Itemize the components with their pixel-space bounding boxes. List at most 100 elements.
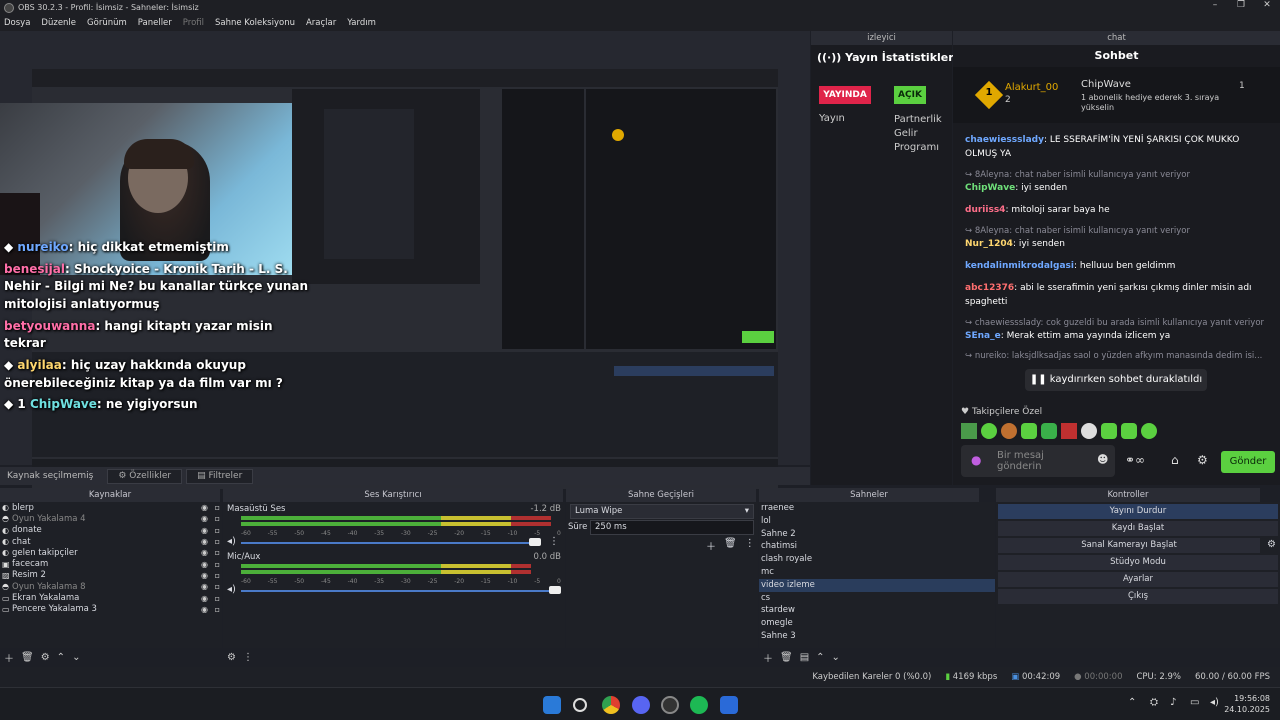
emote-icon[interactable]	[1041, 423, 1057, 439]
duration-input[interactable]: 250 ms	[590, 520, 754, 535]
down-icon[interactable]: ⌄	[832, 652, 840, 663]
up-icon[interactable]: ⌃	[816, 652, 824, 663]
obs-logo-icon	[4, 2, 14, 13]
add-icon[interactable]: ＋	[763, 650, 773, 665]
source-item[interactable]: ◐ blerp ◉ ▫	[0, 502, 222, 513]
scene-item[interactable]: clash royale	[759, 553, 995, 566]
store-icon[interactable]: ⌂	[1171, 453, 1179, 467]
settings-button[interactable]: Ayarlar	[998, 572, 1278, 587]
stop-streaming-button[interactable]: Yayını Durdur	[998, 504, 1278, 519]
emote-icon[interactable]	[1021, 423, 1037, 439]
menu-profil[interactable]: Profil	[183, 18, 204, 28]
studio-mode-button[interactable]: Stüdyo Modu	[998, 555, 1278, 570]
gear-icon[interactable]: ⚙	[227, 652, 236, 663]
emote-icon[interactable]	[1081, 423, 1097, 439]
emote-icon[interactable]	[961, 423, 977, 439]
close-button[interactable]: ✕	[1254, 0, 1280, 10]
emote-icon[interactable]	[1121, 423, 1137, 439]
source-item[interactable]: ◓ Oyun Yakalama 4 ◉ ▫	[0, 513, 222, 524]
scene-item[interactable]: omegle	[759, 617, 995, 630]
source-item[interactable]: ◐ donate ◉ ▫	[0, 525, 222, 536]
connect-icon[interactable]: ⚭∞	[1125, 453, 1145, 467]
kebab-menu-icon[interactable]: ⋮	[243, 652, 253, 663]
volume-slider[interactable]	[241, 590, 561, 592]
menu-duzenle[interactable]: Düzenle	[41, 18, 76, 28]
emote-icon[interactable]	[1141, 423, 1157, 439]
start-icon[interactable]	[543, 696, 561, 714]
network-icon[interactable]: ▭	[1190, 697, 1199, 708]
spotify-icon[interactable]	[690, 696, 708, 714]
scene-item-selected[interactable]: video izleme	[759, 578, 995, 592]
volume-icon[interactable]: ◂)	[1210, 697, 1219, 708]
gear-icon[interactable]: ⚙	[1267, 539, 1276, 550]
kebab-menu-icon[interactable]: ⋮	[549, 536, 559, 547]
tray-chevron-icon[interactable]: ⌃	[1128, 697, 1136, 708]
trash-icon[interactable]: 🗑	[21, 652, 34, 663]
virtual-camera-button[interactable]: Sanal Kamerayı Başlat	[998, 538, 1260, 553]
scene-item[interactable]: Sahne 3	[759, 630, 995, 643]
source-item[interactable]: ▭ Ekran Yakalama ◉ ▫	[0, 592, 222, 603]
properties-button[interactable]: ⚙ Özellikler	[107, 468, 183, 484]
menu-sahne-koleksiyonu[interactable]: Sahne Koleksiyonu	[215, 18, 295, 28]
filters-button[interactable]: ▤ Filtreler	[186, 468, 254, 484]
source-item[interactable]: ◐ gelen takipçiler ◉ ▫	[0, 547, 222, 558]
down-icon[interactable]: ⌄	[72, 652, 80, 663]
speaker-icon[interactable]: ◂)	[227, 536, 236, 547]
menu-dosya[interactable]: Dosya	[4, 18, 30, 28]
menu-araclar[interactable]: Araçlar	[306, 18, 336, 28]
emote-icon[interactable]	[1101, 423, 1117, 439]
add-icon[interactable]: ＋	[706, 538, 716, 553]
track-name: Masaüstü Ses	[227, 504, 286, 514]
chat-input[interactable]: ● Bir mesaj gönderin ☻	[961, 445, 1115, 477]
scene-item[interactable]: mc	[759, 566, 995, 579]
maximize-button[interactable]: ❐	[1228, 0, 1254, 10]
chrome-icon[interactable]	[602, 696, 620, 714]
scene-item[interactable]: Sahne 2	[759, 528, 995, 541]
add-icon[interactable]: ＋	[4, 650, 14, 665]
clock[interactable]: 19:56:08 24.10.2025	[1224, 693, 1270, 715]
kebab-menu-icon[interactable]: ⋮	[745, 538, 755, 553]
tray-app-icon[interactable]: ⛭	[1150, 697, 1158, 708]
trash-icon[interactable]: 🗑	[780, 652, 793, 663]
emote-icon[interactable]	[981, 423, 997, 439]
filter-icon[interactable]: ▤	[800, 652, 809, 663]
source-item[interactable]: ◓ Oyun Yakalama 8 ◉ ▫	[0, 581, 222, 592]
chat-message: ChipWave: iyi senden	[965, 183, 1068, 193]
up-icon[interactable]: ⌃	[57, 652, 65, 663]
transition-select[interactable]: Luma Wipe ▾	[570, 504, 754, 519]
trash-icon[interactable]: 🗑	[724, 538, 737, 553]
scene-item[interactable]: stardew	[759, 604, 995, 617]
scene-item[interactable]: rraenee	[759, 502, 995, 515]
menu-yardim[interactable]: Yardım	[347, 18, 376, 28]
source-item[interactable]: ▨ Resim 2 ◉ ▫	[0, 570, 222, 581]
emote-icon[interactable]	[1061, 423, 1077, 439]
volume-slider-handle[interactable]	[549, 586, 561, 594]
chat-paused-banner[interactable]: ❚❚ kaydırırken sohbet duraklatıldı	[1025, 369, 1207, 391]
mic-icon[interactable]: ♪	[1170, 697, 1176, 708]
exit-button[interactable]: Çıkış	[998, 589, 1278, 604]
volume-slider-handle[interactable]	[529, 538, 541, 546]
scene-item[interactable]: cs	[759, 592, 995, 605]
gear-icon[interactable]: ⚙	[1197, 453, 1208, 467]
speaker-icon[interactable]: ◂)	[227, 584, 236, 595]
send-button[interactable]: Gönder	[1221, 451, 1275, 473]
menu-paneller[interactable]: Paneller	[138, 18, 172, 28]
volume-slider[interactable]	[241, 542, 541, 544]
scene-item[interactable]: chatimsi	[759, 540, 995, 553]
search-icon[interactable]	[573, 698, 587, 712]
photos-icon[interactable]	[720, 696, 738, 714]
source-item[interactable]: ◐ chat ◉ ▫	[0, 536, 222, 547]
source-item[interactable]: ▭ Pencere Yakalama 3 ◉ ▫	[0, 604, 222, 615]
obs-icon[interactable]	[661, 696, 679, 714]
emoji-icon[interactable]: ☻	[1097, 453, 1108, 466]
menu-gorunum[interactable]: Görünüm	[87, 18, 127, 28]
emote-icon[interactable]	[1001, 423, 1017, 439]
minimize-button[interactable]: –	[1202, 0, 1228, 10]
mic-icon[interactable]: ●	[971, 453, 981, 467]
preview-canvas[interactable]: ◆ nureiko: hiç dikkat etmemiştim benesij…	[0, 31, 810, 489]
scene-item[interactable]: lol	[759, 515, 995, 528]
source-item[interactable]: ▣ facecam ◉ ▫	[0, 558, 222, 569]
start-recording-button[interactable]: Kaydı Başlat	[998, 521, 1278, 536]
gear-icon[interactable]: ⚙	[41, 652, 50, 663]
discord-icon[interactable]	[632, 696, 650, 714]
